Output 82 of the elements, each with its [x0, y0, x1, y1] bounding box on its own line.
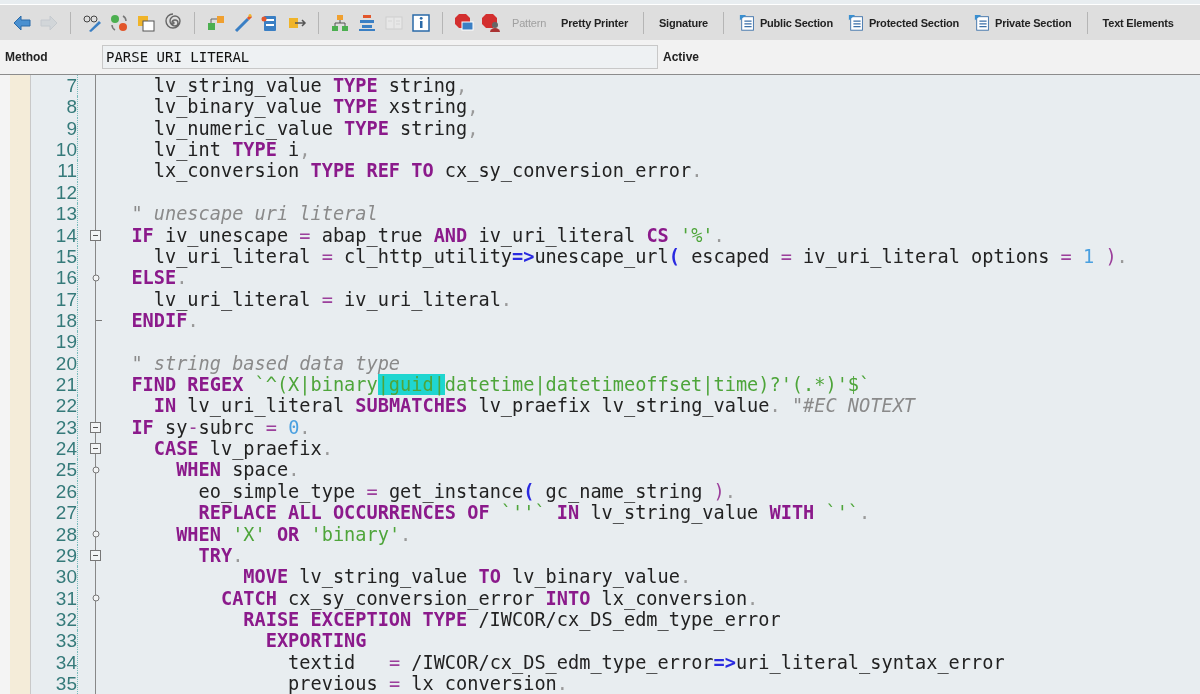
line-number: 10 — [31, 139, 78, 161]
line-number: 11 — [31, 160, 78, 182]
line-number: 22 — [31, 395, 78, 417]
code-line: CATCH cx_sy_conversion_error INTO lx_conversion. — [219, 587, 759, 609]
code-line: lv_numeric_value TYPE string, — [152, 117, 479, 140]
document-icon — [847, 13, 866, 32]
code-line: TRY. — [197, 544, 244, 567]
fold-node-icon — [91, 273, 100, 282]
toolbar-button[interactable]: Private Section — [968, 9, 1078, 36]
code-line: eo_simple_type = get_instance( gc_name_string ). — [197, 480, 736, 503]
line-number: 28 — [31, 523, 78, 545]
code-line: IN lv_uri_literal SUBMATCHES lv_praefix lv_string_value. "#EC NOTEXT — [152, 395, 916, 417]
line-number: 15 — [31, 245, 78, 268]
code-line: ELSE. — [130, 267, 188, 289]
code-line: MOVE lv_string_value TO lv_binary_value. — [242, 566, 692, 588]
toolbar-button[interactable]: Pretty Printer — [555, 9, 634, 36]
line-number: 35 — [31, 673, 78, 694]
collapse-toggle-icon[interactable] — [90, 421, 101, 433]
toolbar-button[interactable]: Signature — [652, 9, 714, 36]
info-icon — [411, 12, 431, 33]
code-line: lv_uri_literal = iv_uri_literal. — [152, 288, 513, 310]
glasses-pencil-icon — [82, 12, 102, 33]
fold-node-icon — [91, 530, 100, 539]
line-number: 27 — [31, 502, 78, 524]
fold-node-icon — [91, 594, 100, 603]
stop-user-icon — [481, 12, 501, 33]
line-number: 24 — [31, 438, 78, 460]
line-number: 34 — [31, 651, 78, 674]
line-number: 29 — [31, 544, 78, 567]
line-number: 20 — [31, 352, 78, 375]
line-number: 14 — [31, 224, 78, 246]
code-line: IF iv_unescape = abap_true AND iv_uri_literal CS '%'. — [130, 224, 725, 246]
line-number: 25 — [31, 459, 78, 481]
code-line: lv_string_value TYPE string, — [152, 75, 468, 97]
code-line: REPLACE ALL OCCURRENCES OF `''` IN lv_string_value WITH `'`. — [197, 502, 871, 524]
code-line: lv_binary_value TYPE xstring, — [152, 96, 479, 118]
code-line: WHEN space. — [175, 459, 300, 481]
line-number: 18 — [31, 309, 78, 332]
line-number: 8 — [31, 96, 78, 118]
stop-screen-icon — [454, 12, 474, 33]
circles-icon — [109, 12, 129, 33]
line-number: 32 — [31, 609, 78, 631]
code-line: " string based data type — [130, 352, 401, 375]
method-name-field[interactable]: PARSE_URI_LITERAL — [102, 45, 658, 69]
code-line: textid = /IWCOR/cx_DS_edm_type_error=>uri_literal_syntax_error — [287, 651, 1005, 674]
line-number: 33 — [31, 630, 78, 652]
toolbar-button[interactable]: Text Elements — [1096, 9, 1180, 36]
code-line: FIND REGEX `^(X|binary|guid|datetime|datetimeoffset|time)?'(.*)'$` — [130, 374, 871, 396]
line-number: 12 — [31, 181, 78, 204]
line-number: 21 — [31, 374, 78, 396]
hierarchy-icon — [330, 12, 350, 33]
document-icon — [738, 13, 757, 32]
line-number: 26 — [31, 480, 78, 503]
fold-node-icon — [91, 466, 100, 475]
collapse-toggle-icon[interactable] — [90, 229, 101, 241]
collapse-toggle-icon[interactable] — [90, 550, 101, 562]
line-number: 16 — [31, 267, 78, 289]
stack-icon — [357, 12, 377, 33]
code-line: lv_int TYPE i, — [152, 139, 311, 161]
code-line: previous = lx_conversion. — [287, 673, 568, 694]
line-number: 23 — [31, 416, 78, 439]
line-number: 13 — [31, 203, 78, 225]
code-line: IF sy-subrc = 0. — [130, 416, 311, 439]
toolbar-button[interactable]: Protected Section — [841, 9, 966, 36]
code-line: lx_conversion TYPE REF TO cx_sy_conversion_error. — [152, 160, 703, 182]
line-number: 7 — [31, 75, 78, 97]
code-line: WHEN 'X' OR 'binary'. — [175, 523, 412, 545]
line-number: 30 — [31, 566, 78, 588]
field-label: Method — [4, 50, 49, 64]
code-line: ENDIF. — [130, 309, 199, 332]
line-number: 17 — [31, 288, 78, 310]
line-number: 19 — [31, 331, 78, 353]
code-line: CASE lv_praefix. — [152, 438, 333, 460]
status-text: Active — [663, 50, 700, 64]
code-line: " unescape uri literal — [130, 203, 378, 225]
line-number: 31 — [31, 587, 78, 609]
toolbar-button[interactable]: Public Section — [732, 9, 839, 36]
collapse-toggle-icon[interactable] — [90, 443, 101, 455]
code-line: EXPORTING — [264, 630, 367, 652]
line-number: 9 — [31, 117, 78, 140]
wand-icon — [233, 12, 253, 33]
code-line: RAISE EXCEPTION TYPE /IWCOR/cx_DS_edm_type_error — [242, 609, 781, 631]
